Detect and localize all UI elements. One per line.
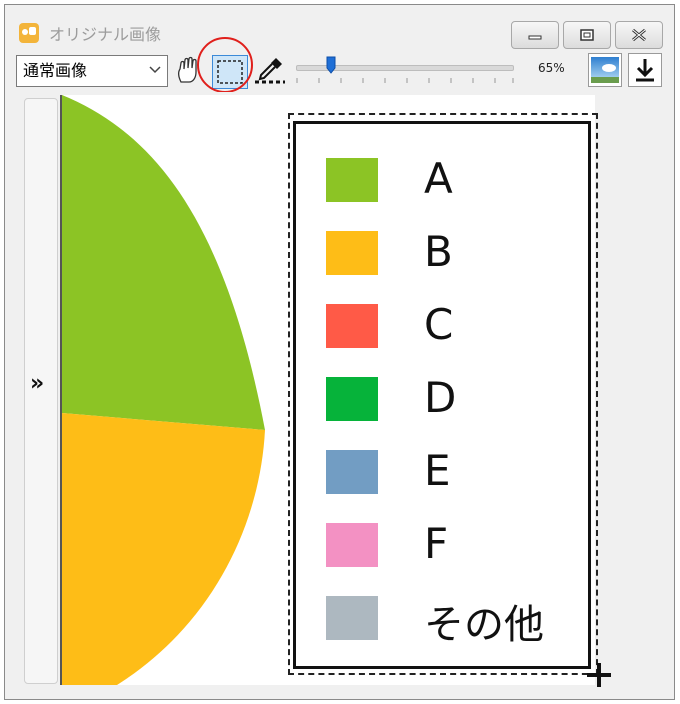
eyedropper-icon <box>255 58 285 84</box>
window-title: オリジナル画像 <box>49 25 162 44</box>
legend-label: C <box>424 300 454 349</box>
legend-label: B <box>424 227 453 276</box>
view-mode-value: 通常画像 <box>23 61 88 80</box>
legend-item: E <box>326 446 586 495</box>
legend-swatch <box>326 450 378 494</box>
crosshair-cursor-icon <box>587 663 611 687</box>
legend-item: C <box>326 300 586 349</box>
legend-item: その他 <box>326 596 586 648</box>
view-mode-select[interactable]: 通常画像 <box>16 55 168 87</box>
legend-swatch <box>326 596 378 640</box>
legend-swatch <box>326 523 378 567</box>
legend-swatch <box>326 377 378 421</box>
download-icon <box>636 59 654 82</box>
legend-item: F <box>326 519 586 568</box>
app-icon <box>19 23 39 43</box>
minimize-button[interactable] <box>511 21 559 49</box>
legend-label: その他 <box>424 602 544 648</box>
pie-slice-b <box>62 413 265 685</box>
eyedropper-tool-button[interactable] <box>252 54 288 88</box>
close-button[interactable] <box>615 21 663 49</box>
minimize-icon <box>528 35 542 40</box>
legend-label: A <box>424 154 453 203</box>
legend-item: A <box>326 154 586 203</box>
highlight-circle <box>197 37 253 93</box>
side-panel-toggle[interactable]: » <box>24 98 58 684</box>
title-bar[interactable]: オリジナル画像 <box>5 5 674 51</box>
restore-icon <box>580 29 594 41</box>
legend-item: D <box>326 373 586 422</box>
download-button[interactable] <box>628 53 662 87</box>
legend-item: B <box>326 227 586 276</box>
zoom-level-text: 65% <box>538 61 565 75</box>
pie-slice-a <box>62 95 265 430</box>
legend-label: D <box>424 373 457 422</box>
legend-swatch <box>326 304 378 348</box>
zoom-slider-thumb[interactable] <box>326 56 336 74</box>
image-icon <box>591 57 619 83</box>
legend: A B C D E F その他 <box>293 121 591 669</box>
expand-icon: » <box>30 371 45 396</box>
zoom-slider-ticks <box>296 78 514 83</box>
legend-label: E <box>424 446 451 495</box>
legend-label: F <box>424 519 449 568</box>
legend-swatch <box>326 231 378 275</box>
legend-swatch <box>326 158 378 202</box>
close-icon <box>632 28 646 42</box>
chevron-down-icon <box>149 66 161 74</box>
restore-button[interactable] <box>563 21 611 49</box>
image-view-button[interactable] <box>588 53 622 87</box>
